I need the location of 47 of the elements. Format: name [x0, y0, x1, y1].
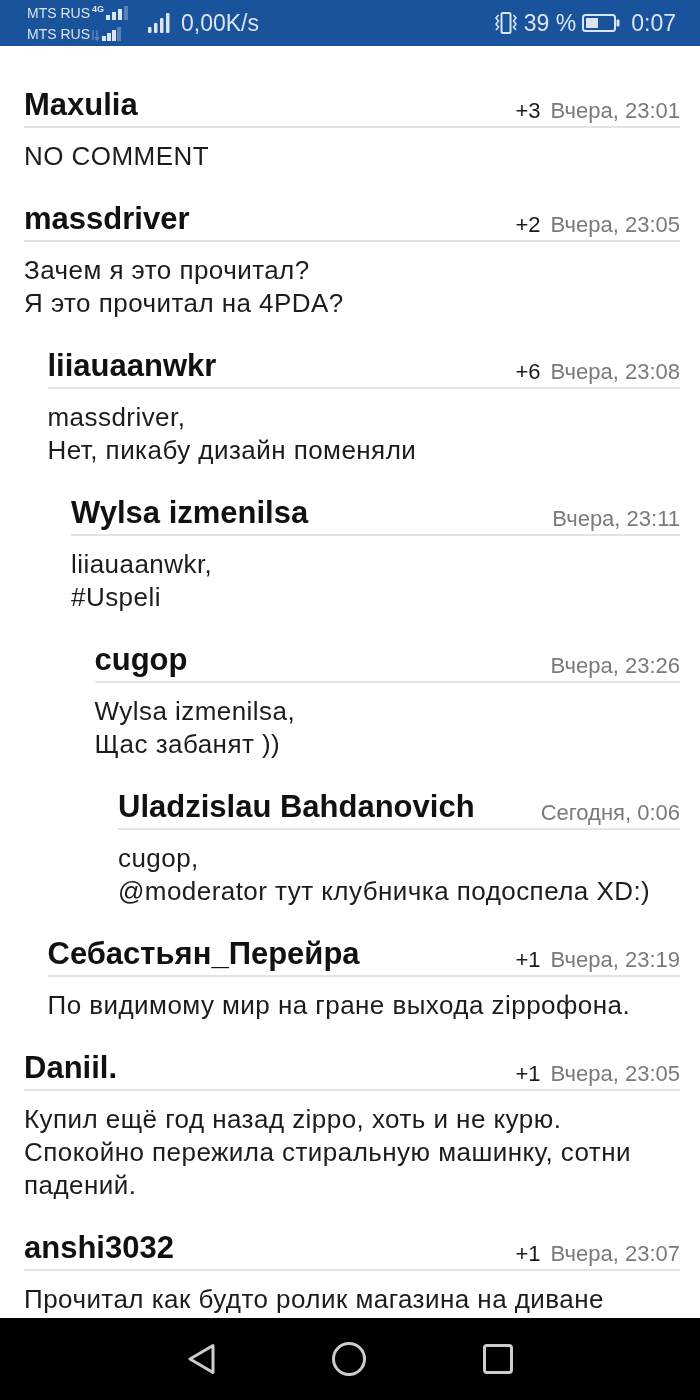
comment-rating: +6 [515, 358, 541, 386]
comment-rating: +3 [515, 97, 541, 125]
comment-time: Вчера, 23:01 [550, 97, 680, 125]
comment-rating: +1 [515, 1240, 541, 1268]
comment-rating: +1 [515, 946, 541, 974]
back-icon[interactable] [187, 1343, 215, 1375]
username[interactable]: Daniil. [24, 1048, 117, 1088]
network-type: 4G [92, 3, 104, 14]
comment-text: Купил ещё год назад zippo, хоть и не курю. Спокойно пережила стиральную машинку, сотни падений. [24, 1103, 632, 1202]
carrier-name: MTS RUS [27, 24, 90, 43]
carrier-name: MTS RUS [27, 3, 90, 22]
username[interactable]: anshi3032 [24, 1228, 174, 1268]
comment-rating: +1 [515, 1060, 541, 1088]
battery-percent: 39 % [523, 9, 577, 37]
comment-time: Вчера, 23:05 [550, 211, 680, 239]
comment-time: Вчера, 23:08 [550, 358, 680, 386]
comment-text: cugop, @moderator тут клубничка подоспела XD:) [118, 842, 652, 908]
data-speed: 0,00K/s [181, 9, 259, 37]
username[interactable]: Wylsa izmenilsa [71, 493, 309, 533]
comment-time: Вчера, 23:19 [550, 946, 680, 974]
comment-time: Вчера, 23:07 [550, 1240, 680, 1268]
comment-time: Вчера, 23:05 [550, 1060, 680, 1088]
username[interactable]: cugop [94, 640, 188, 680]
comment-time: Сегодня, 0:06 [540, 799, 680, 827]
comment-rating: +2 [515, 211, 541, 239]
recents-icon[interactable] [482, 1344, 513, 1374]
vibrate-icon [493, 12, 518, 34]
username[interactable]: massdriver [24, 199, 190, 239]
comment-text: NO COMMENT [24, 140, 211, 173]
signal-icon [92, 26, 122, 41]
comment-text: Зачем я это прочитал? Я это прочитал на 4PDA? [24, 254, 345, 320]
comment-time: Вчера, 23:11 [552, 505, 680, 533]
username[interactable]: Uladzislau Bahdanovich [118, 787, 475, 827]
home-icon[interactable] [331, 1342, 366, 1376]
comment-text: massdriver, Нет, пикабу дизайн поменяли [47, 401, 418, 467]
username[interactable]: liiauaanwkr [47, 346, 217, 386]
signal-icon [106, 5, 130, 20]
username[interactable]: Maxulia [24, 85, 138, 125]
battery-icon [582, 14, 621, 32]
username[interactable]: Себастьян_Перейра [47, 934, 360, 974]
comment-time: Вчера, 23:26 [550, 652, 680, 680]
comment-text: liiauaanwkr, #Uspeli [71, 548, 214, 614]
signal-icon [148, 13, 171, 33]
clock: 0:07 [631, 9, 676, 37]
comment-text: Прочитал как будто ролик магазина на диване [24, 1283, 605, 1316]
comment-text: По видимому мир на гране выхода zippофона. [47, 989, 632, 1022]
comment-text: Wylsa izmenilsa, Щас забанят )) [94, 695, 297, 761]
